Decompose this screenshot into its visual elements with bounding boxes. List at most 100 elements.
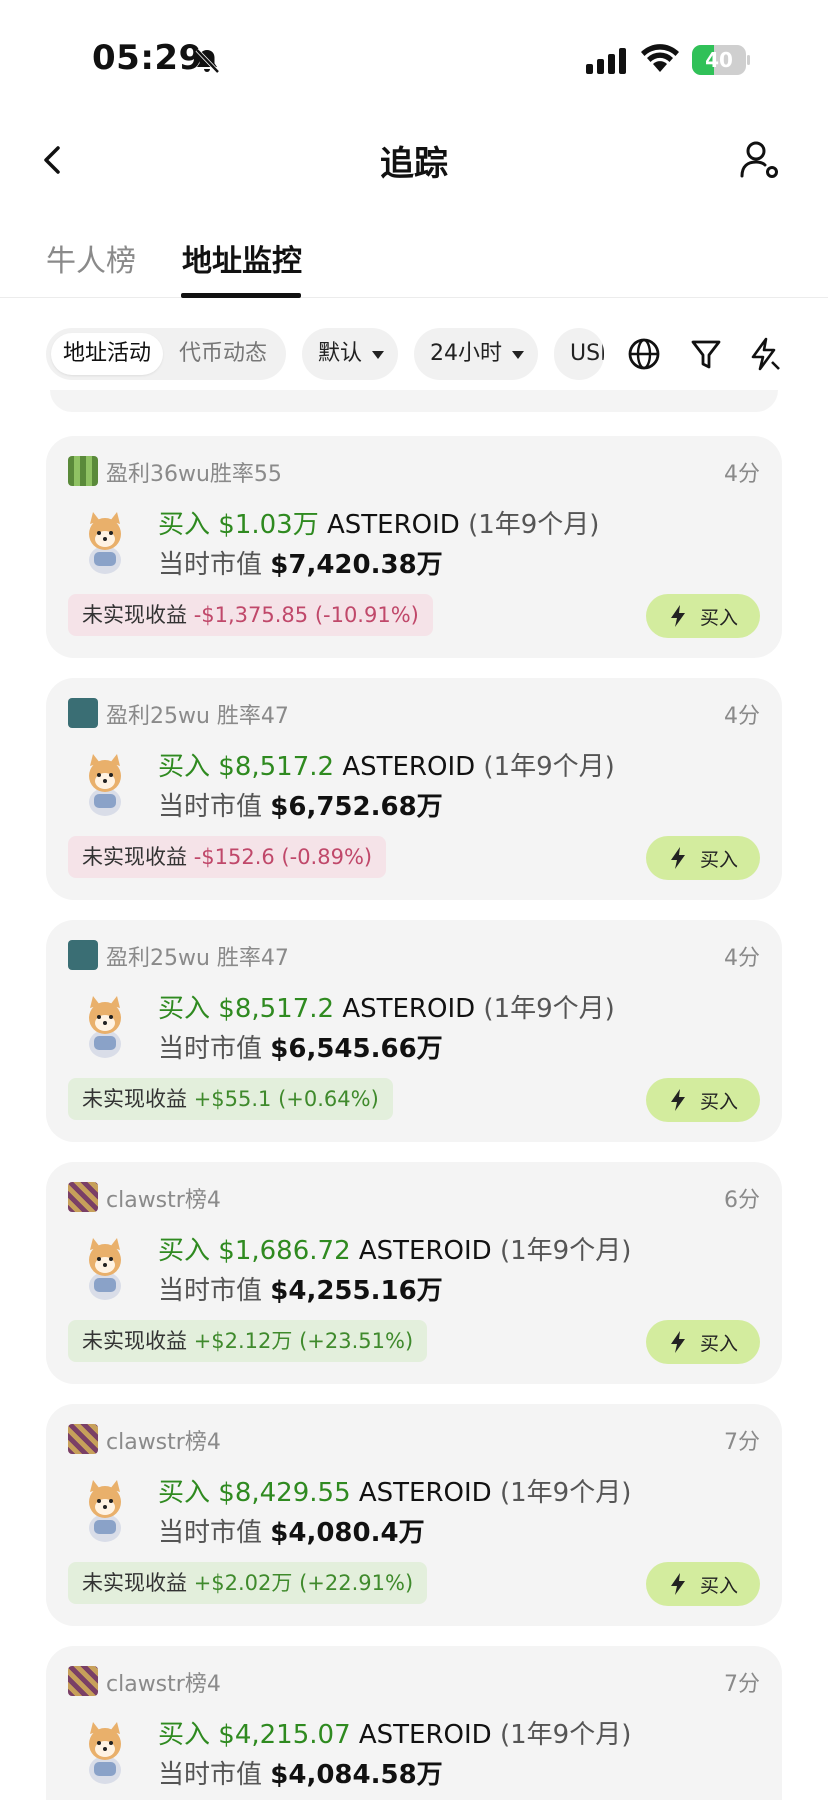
period-dropdown[interactable]: 24小时 [414, 328, 538, 380]
time-ago: 7分 [724, 1430, 760, 1455]
token-age: (1年9个月) [468, 510, 600, 540]
quick-buy-button[interactable]: 买入 [646, 594, 760, 638]
segment-token-activity[interactable]: 代币动态 [164, 333, 282, 375]
tab-bar: 牛人榜 地址监控 [0, 226, 828, 298]
trade-summary: 买入 $1,686.72 ASTEROID (1年9个月) [158, 1230, 631, 1267]
token-symbol[interactable]: ASTEROID [359, 1720, 492, 1750]
activity-card[interactable]: 盈利25wu 胜率47 4分 买入 $8,517.2 ASTEROID (1年9… [46, 920, 782, 1142]
wifi-icon [641, 44, 679, 72]
active-tab-indicator [181, 293, 301, 298]
activity-card[interactable]: clawstr榜4 6分 买入 $1,686.72 ASTEROID (1年9个… [46, 1162, 782, 1384]
market-cap-value: $6,752.68万 [270, 792, 443, 822]
wallet-name[interactable]: 盈利25wu 胜率47 [106, 940, 289, 972]
status-time: 05:29 [92, 38, 203, 78]
sort-dropdown[interactable]: 默认 [302, 328, 398, 380]
pnl-label: 未实现收益 [82, 1329, 187, 1353]
trade-action: 买入 [158, 752, 211, 782]
trade-summary: 买入 $1.03万 ASTEROID (1年9个月) [158, 504, 599, 541]
unrealized-pnl-badge: 未实现收益 -$1,375.85 (-10.91%) [68, 594, 433, 636]
time-ago: 4分 [724, 946, 760, 971]
wallet-name[interactable]: clawstr榜4 [106, 1182, 221, 1214]
quick-trade-icon[interactable] [746, 336, 782, 372]
wallet-avatar [68, 1424, 98, 1454]
unrealized-pnl-badge: 未实现收益 +$55.1 (+0.64%) [68, 1078, 393, 1120]
token-symbol[interactable]: ASTEROID [342, 752, 475, 782]
wallet-avatar [68, 456, 98, 486]
currency-dropdown[interactable]: USD [554, 328, 604, 380]
market-cap-label: 当时市值 [158, 1760, 263, 1790]
token-logo [89, 754, 121, 816]
quick-buy-label: 买入 [700, 1333, 739, 1355]
filter-row: 地址活动 代币动态 默认 24小时 USD [0, 326, 828, 382]
market-cap-line: 当时市值 $4,080.4万 [158, 1512, 425, 1549]
quick-buy-button[interactable]: 买入 [646, 1320, 760, 1364]
filter-icon[interactable] [688, 336, 724, 372]
pnl-value: +$2.12万 (+23.51%) [193, 1329, 414, 1353]
quick-buy-label: 买入 [700, 1091, 739, 1113]
trade-action: 买入 [158, 510, 211, 540]
nav-bar: 追踪 [0, 120, 828, 200]
token-symbol[interactable]: ASTEROID [359, 1236, 492, 1266]
market-cap-label: 当时市值 [158, 1276, 263, 1306]
globe-icon[interactable] [626, 336, 662, 372]
activity-card[interactable]: clawstr榜4 7分 买入 $4,215.07 ASTEROID (1年9个… [46, 1646, 782, 1800]
trade-summary: 买入 $4,215.07 ASTEROID (1年9个月) [158, 1714, 631, 1751]
lightning-icon [671, 1573, 685, 1595]
tab-address-monitor[interactable]: 地址监控 [182, 236, 302, 280]
trade-summary: 买入 $8,517.2 ASTEROID (1年9个月) [158, 988, 615, 1025]
trade-amount: $8,517.2 [218, 752, 335, 782]
token-age: (1年9个月) [499, 1720, 632, 1750]
user-settings-icon[interactable] [736, 136, 784, 184]
activity-card[interactable]: 盈利25wu 胜率47 4分 买入 $8,517.2 ASTEROID (1年9… [46, 678, 782, 900]
sort-value: 默认 [318, 341, 363, 366]
market-cap-line: 当时市值 $7,420.38万 [158, 544, 443, 581]
status-bar: 05:29 40 [0, 0, 828, 120]
unrealized-pnl-badge: 未实现收益 +$2.12万 (+23.51%) [68, 1320, 428, 1362]
caret-down-icon [512, 351, 524, 359]
wallet-avatar [68, 1666, 98, 1696]
market-cap-line: 当时市值 $4,255.16万 [158, 1270, 443, 1307]
quick-buy-label: 买入 [700, 607, 739, 629]
wallet-name[interactable]: 盈利36wu胜率55 [106, 456, 282, 488]
market-cap-value: $6,545.66万 [270, 1034, 443, 1064]
currency-value: USD [570, 341, 604, 366]
quick-buy-button[interactable]: 买入 [646, 1562, 760, 1606]
segment-address-activity[interactable]: 地址活动 [51, 333, 163, 375]
cellular-signal-icon [586, 48, 626, 74]
market-cap-label: 当时市值 [158, 1034, 263, 1064]
feed-card-partial [50, 390, 778, 412]
trade-amount: $1.03万 [218, 510, 319, 540]
wallet-avatar [68, 698, 98, 728]
battery-icon: 40 [692, 45, 750, 75]
pnl-label: 未实现收益 [82, 603, 187, 627]
market-cap-label: 当时市值 [158, 792, 263, 822]
wallet-name[interactable]: clawstr榜4 [106, 1666, 221, 1698]
token-age: (1年9个月) [499, 1478, 632, 1508]
market-cap-value: $4,084.58万 [270, 1760, 443, 1790]
token-symbol[interactable]: ASTEROID [359, 1478, 492, 1508]
pnl-value: -$152.6 (-0.89%) [193, 845, 373, 869]
market-cap-value: $4,080.4万 [270, 1518, 425, 1548]
token-symbol[interactable]: ASTEROID [342, 994, 475, 1024]
token-logo [89, 1480, 121, 1542]
lightning-icon [671, 605, 685, 627]
bell-muted-icon [195, 48, 220, 74]
pnl-label: 未实现收益 [82, 845, 187, 869]
quick-buy-button[interactable]: 买入 [646, 1078, 760, 1122]
time-ago: 4分 [724, 704, 760, 729]
activity-card[interactable]: clawstr榜4 7分 买入 $8,429.55 ASTEROID (1年9个… [46, 1404, 782, 1626]
pnl-label: 未实现收益 [82, 1087, 187, 1111]
token-age: (1年9个月) [483, 752, 615, 782]
wallet-avatar [68, 1182, 98, 1212]
market-cap-label: 当时市值 [158, 1518, 263, 1548]
quick-buy-button[interactable]: 买入 [646, 836, 760, 880]
token-symbol[interactable]: ASTEROID [327, 510, 460, 540]
tab-top-traders[interactable]: 牛人榜 [46, 236, 136, 280]
trade-amount: $4,215.07 [218, 1720, 351, 1750]
trade-amount: $8,429.55 [218, 1478, 351, 1508]
trade-summary: 买入 $8,517.2 ASTEROID (1年9个月) [158, 746, 615, 783]
wallet-name[interactable]: 盈利25wu 胜率47 [106, 698, 289, 730]
activity-card[interactable]: 盈利36wu胜率55 4分 买入 $1.03万 ASTEROID (1年9个月)… [46, 436, 782, 658]
wallet-name[interactable]: clawstr榜4 [106, 1424, 221, 1456]
quick-buy-label: 买入 [700, 1575, 739, 1597]
